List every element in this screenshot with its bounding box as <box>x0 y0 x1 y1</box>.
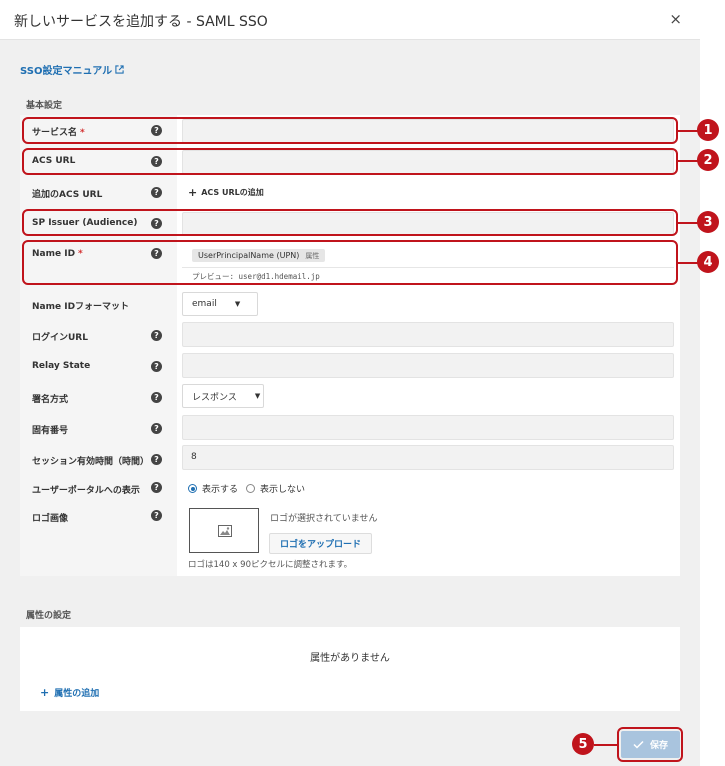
dialog-title: 新しいサービスを追加する - SAML SSO <box>14 14 268 30</box>
callout-connector <box>678 262 698 264</box>
highlight-box-5 <box>617 727 683 762</box>
caret-down-icon: ▼ <box>254 392 261 400</box>
row-session-time: セッション有効時間（時間） ? 8 <box>20 444 680 475</box>
add-acs-url-button[interactable]: + ACS URLの追加 <box>188 186 264 199</box>
basic-settings-form: サービス名 * ? ACS URL ? 追加のACS URL ? + ACS URL… <box>20 115 680 576</box>
portal-display-radio-group: 表示する 表示しない <box>188 482 305 495</box>
help-icon[interactable]: ? <box>151 187 162 198</box>
portal-display-label: ユーザーポータルへの表示 <box>32 486 140 496</box>
session-time-input[interactable]: 8 <box>182 445 674 470</box>
callout-connector <box>678 222 698 224</box>
no-attributes-text: 属性がありません <box>310 653 390 664</box>
unique-number-label: 固有番号 <box>32 426 69 436</box>
row-additional-acs: 追加のACS URL ? + ACS URLの追加 <box>20 177 680 208</box>
callout-badge-2: 2 <box>697 149 719 171</box>
close-button[interactable]: × <box>669 10 682 28</box>
help-icon[interactable]: ? <box>151 423 162 434</box>
row-name-id-format: Name IDフォーマット email ▼ <box>20 289 680 320</box>
relay-state-label: Relay State <box>32 361 91 371</box>
radio-hide[interactable]: 表示しない <box>246 482 305 495</box>
logo-status: ロゴが選択されていません <box>270 514 378 524</box>
basic-settings-title: 基本設定 <box>26 101 63 111</box>
highlight-box-1 <box>22 117 678 144</box>
login-url-label: ログインURL <box>32 333 88 343</box>
highlight-box-2 <box>22 148 678 175</box>
radio-checked-icon <box>188 484 197 493</box>
attributes-panel: 属性がありません + 属性の追加 <box>20 627 680 711</box>
signature-label: 署名方式 <box>32 395 69 405</box>
modal-header: 新しいサービスを追加する - SAML SSO × <box>0 0 700 40</box>
row-unique-number: 固有番号 ? <box>20 413 680 444</box>
radio-unchecked-icon <box>246 484 256 493</box>
highlight-box-4 <box>22 240 678 285</box>
callout-connector <box>678 160 698 162</box>
callout-connector <box>678 130 698 132</box>
logo-preview <box>189 508 259 553</box>
caret-down-icon: ▼ <box>234 300 241 308</box>
unique-number-input[interactable] <box>182 415 674 440</box>
row-login-url: ログインURL ? <box>20 320 680 351</box>
radio-show[interactable]: 表示する <box>188 482 238 495</box>
help-icon[interactable]: ? <box>151 454 162 465</box>
highlight-box-3 <box>22 209 678 236</box>
help-icon[interactable]: ? <box>151 392 162 403</box>
callout-connector <box>594 744 617 746</box>
session-time-label: セッション有効時間（時間） <box>32 457 150 467</box>
row-portal-display: ユーザーポータルへの表示 ? 表示する 表示しない <box>20 475 680 505</box>
signature-select[interactable]: レスポンス ▼ <box>182 384 264 408</box>
image-placeholder-icon <box>218 525 232 537</box>
modal-dialog: 新しいサービスを追加する - SAML SSO × SSO設定マニュアル 基本設… <box>0 0 700 766</box>
row-relay-state: Relay State ? <box>20 351 680 382</box>
help-icon[interactable]: ? <box>151 330 162 341</box>
plus-icon: + <box>188 186 198 199</box>
plus-icon: + <box>40 686 50 699</box>
sso-manual-link-label: SSO設定マニュアル <box>20 66 113 77</box>
help-icon[interactable]: ? <box>151 361 162 372</box>
row-logo: ロゴ画像 ? ロゴが選択されていません ロゴをアップロード ロゴは140 x 9… <box>20 505 680 576</box>
external-link-icon <box>115 65 124 74</box>
help-icon[interactable]: ? <box>151 510 162 521</box>
callout-badge-5: 5 <box>572 733 594 755</box>
login-url-input[interactable] <box>182 322 674 347</box>
logo-label: ロゴ画像 <box>32 514 69 524</box>
callout-badge-1: 1 <box>697 119 719 141</box>
logo-note: ロゴは140 x 90ピクセルに調整されます。 <box>188 560 353 570</box>
attributes-section-title: 属性の設定 <box>26 611 72 621</box>
name-id-format-label: Name IDフォーマット <box>32 302 130 312</box>
name-id-format-select[interactable]: email ▼ <box>182 292 258 316</box>
add-attribute-button[interactable]: + 属性の追加 <box>40 686 99 699</box>
relay-state-input[interactable] <box>182 353 674 378</box>
callout-badge-3: 3 <box>697 211 719 233</box>
callout-badge-4: 4 <box>697 251 719 273</box>
help-icon[interactable]: ? <box>151 482 162 493</box>
additional-acs-label: 追加のACS URL <box>32 190 103 200</box>
sso-manual-link[interactable]: SSO設定マニュアル <box>20 62 124 77</box>
row-signature: 署名方式 ? レスポンス ▼ <box>20 382 680 413</box>
upload-logo-button[interactable]: ロゴをアップロード <box>269 533 373 554</box>
